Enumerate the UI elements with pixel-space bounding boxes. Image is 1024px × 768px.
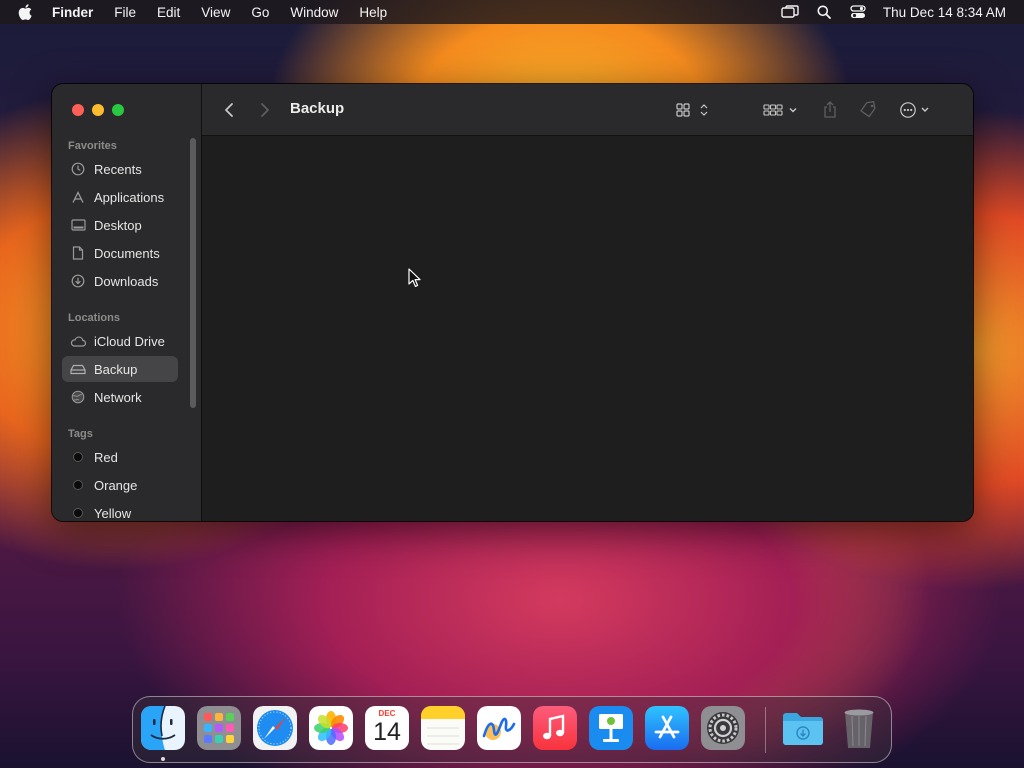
sidebar-item-network[interactable]: Network [62,384,176,410]
menu-bar: Finder File Edit View Go Window Help Thu… [0,0,1024,24]
tag-dot-icon [70,449,86,465]
sidebar-item-label: Backup [94,361,138,377]
dock-app-app-store[interactable] [645,706,689,750]
sidebar-item-label: Applications [94,189,165,205]
sidebar-item-label: iCloud Drive [94,333,165,349]
mouse-cursor-icon [408,268,421,287]
sidebar-item-label: Recents [94,161,142,177]
menubar-clock[interactable]: Thu Dec 14 8:34 AM [883,5,1006,20]
sidebar-item-downloads[interactable]: Downloads [62,268,176,294]
share-icon[interactable] [820,98,840,122]
menu-view[interactable]: View [201,5,230,20]
grid-view-icon[interactable] [674,98,710,122]
dock-app-notes[interactable] [421,706,465,750]
sidebar-item-label: Yellow [94,505,132,521]
minimize-button[interactable] [92,104,104,116]
sidebar-item-label: Red [94,449,118,465]
sidebar-item-label: Network [94,389,142,405]
tags-section-title: Tags [68,428,93,440]
screen-mirroring-icon[interactable] [781,4,799,20]
locations-section-title: Locations [68,312,120,324]
close-button[interactable] [72,104,84,116]
sidebar-item-backup[interactable]: Backup [62,356,178,382]
sidebar-item-desktop[interactable]: Desktop [62,212,176,238]
sidebar-item-label: Orange [94,477,138,493]
dock-app-calendar[interactable]: DEC 14 [365,706,409,750]
menu-help[interactable]: Help [359,5,387,20]
spotlight-search-icon[interactable] [815,4,833,20]
dock-app-launchpad[interactable] [197,706,241,750]
more-actions-icon[interactable] [898,98,936,122]
dock-separator [765,707,766,753]
document-icon [70,245,86,261]
running-indicator [161,757,165,761]
sidebar-tag-red[interactable]: Red [62,444,176,470]
menu-window[interactable]: Window [290,5,338,20]
sidebar-item-label: Desktop [94,217,142,233]
window-title: Backup [290,100,345,117]
zoom-button[interactable] [112,104,124,116]
back-icon[interactable] [222,98,236,122]
sidebar-tag-orange[interactable]: Orange [62,472,176,498]
toolbar: Backup [202,84,973,136]
tag-icon[interactable] [858,98,880,122]
menu-file[interactable]: File [114,5,136,20]
control-center-icon[interactable] [849,4,867,20]
applications-icon [70,189,86,205]
menu-go[interactable]: Go [251,5,269,20]
finder-window: Favorites Recents Applications Desktop D… [52,84,973,521]
sidebar-item-icloud-drive[interactable]: iCloud Drive [62,328,176,354]
window-controls [72,104,124,116]
dock-app-music[interactable] [533,706,577,750]
network-globe-icon [70,389,86,405]
sidebar-item-recents[interactable]: Recents [62,156,176,182]
dock-app-photos[interactable] [309,706,353,750]
dock-app-system-settings[interactable] [701,706,745,750]
dock-app-keynote[interactable] [589,706,633,750]
sidebar-item-label: Downloads [94,273,159,289]
clock-icon [70,161,86,177]
tag-dot-icon [70,477,86,493]
drive-icon [70,361,86,377]
sidebar-item-applications[interactable]: Applications [62,184,176,210]
dock: DEC 14 [132,696,892,763]
dock-app-finder[interactable] [141,706,185,750]
desktop-icon [70,217,86,233]
download-icon [70,273,86,289]
group-icon[interactable] [762,98,800,122]
calendar-day: 14 [373,718,401,746]
file-browser-content[interactable] [202,136,973,521]
sidebar-item-label: Documents [94,245,160,261]
dock-trash[interactable] [837,706,881,750]
sidebar-scrollbar[interactable] [190,138,196,408]
cloud-icon [70,333,86,349]
favorites-section-title: Favorites [68,140,117,152]
sidebar-tag-yellow[interactable]: Yellow [62,500,176,521]
dock-folder-downloads[interactable] [781,706,825,750]
dock-app-freeform[interactable] [477,706,521,750]
menu-app-name[interactable]: Finder [52,5,93,20]
forward-icon[interactable] [258,98,272,122]
tag-dot-icon [70,505,86,521]
menu-edit[interactable]: Edit [157,5,180,20]
sidebar-item-documents[interactable]: Documents [62,240,176,266]
calendar-month: DEC [378,709,396,718]
dock-app-safari[interactable] [253,706,297,750]
sidebar: Favorites Recents Applications Desktop D… [52,84,202,521]
apple-menu-icon[interactable] [18,4,32,20]
